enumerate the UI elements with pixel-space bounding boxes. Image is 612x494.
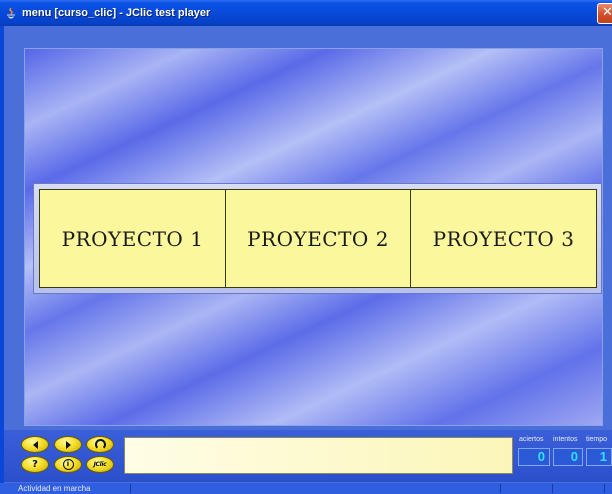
status-text: Actividad en marcha xyxy=(18,484,91,493)
reload-icon xyxy=(94,439,106,450)
tiempo-label: tiempo xyxy=(586,436,608,443)
info-button[interactable]: i xyxy=(54,456,82,473)
title-bar: menu [curso_clic] - JClic test player ✕ xyxy=(0,0,612,26)
status-bar: Actividad en marcha xyxy=(0,483,612,494)
tiempo-counter: 1 xyxy=(586,448,612,466)
close-icon: ✕ xyxy=(602,5,612,20)
close-button[interactable]: ✕ xyxy=(597,3,612,24)
java-icon xyxy=(4,6,18,20)
next-button[interactable] xyxy=(54,436,82,453)
question-mark-icon: ? xyxy=(32,459,38,470)
status-separator xyxy=(130,484,131,493)
reset-button[interactable] xyxy=(86,436,114,453)
project-cell-1[interactable]: PROYECTO 1 xyxy=(39,189,226,288)
status-separator xyxy=(604,484,605,493)
about-jclic-button[interactable]: JClic xyxy=(86,456,114,473)
window-title: menu [curso_clic] - JClic test player xyxy=(22,7,211,19)
arrow-left-icon xyxy=(32,440,38,449)
aciertos-counter: 0 xyxy=(518,448,550,466)
intentos-label: intentos xyxy=(553,436,578,443)
intentos-counter: 0 xyxy=(553,448,583,466)
previous-button[interactable] xyxy=(21,436,49,453)
help-button[interactable]: ? xyxy=(21,456,49,473)
arrow-right-icon xyxy=(65,440,71,449)
status-separator xyxy=(500,484,501,493)
info-icon: i xyxy=(62,459,74,470)
jclic-logo-icon: JClic xyxy=(93,461,107,468)
project-cell-2[interactable]: PROYECTO 2 xyxy=(225,189,411,288)
message-box xyxy=(124,437,513,474)
status-separator xyxy=(552,484,553,493)
project-cell-3[interactable]: PROYECTO 3 xyxy=(410,189,597,288)
aciertos-label: aciertos xyxy=(519,436,544,443)
